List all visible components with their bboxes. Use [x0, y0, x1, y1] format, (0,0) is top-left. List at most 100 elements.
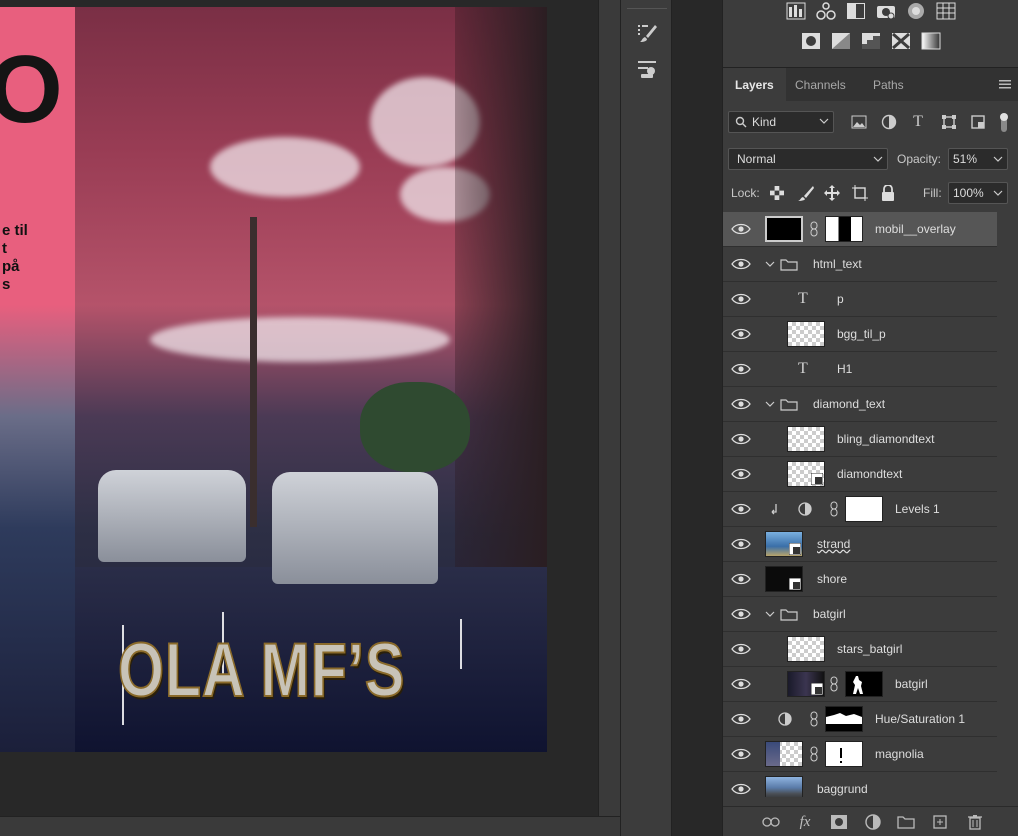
link-layers-icon[interactable] [761, 813, 781, 831]
visibility-eye-icon[interactable] [731, 397, 751, 411]
layer-row[interactable]: bgg_til_p [723, 317, 997, 352]
layer-thumbnail[interactable] [787, 461, 825, 487]
lock-transparent-icon[interactable] [768, 184, 786, 202]
layer-row[interactable]: baggrund [723, 772, 997, 797]
layer-row[interactable]: mobil__overlay [723, 212, 997, 247]
type-filter-icon[interactable]: T [909, 113, 927, 131]
visibility-eye-icon[interactable] [731, 432, 751, 446]
layer-thumbnail[interactable] [787, 321, 825, 347]
layer-name[interactable]: shore [817, 562, 847, 597]
layer-thumbnail[interactable] [765, 741, 803, 767]
posterize-icon[interactable] [830, 30, 852, 52]
canvas-vertical-scrollbar[interactable] [598, 0, 620, 816]
threshold-icon[interactable] [860, 30, 882, 52]
channel-mixer-icon[interactable] [905, 0, 927, 22]
layer-name[interactable]: strand [817, 527, 850, 562]
layer-thumbnail[interactable] [765, 776, 803, 797]
invert-icon[interactable] [800, 30, 822, 52]
delete-layer-icon[interactable] [965, 813, 985, 831]
layer-name[interactable]: mobil__overlay [875, 212, 956, 247]
shape-filter-icon[interactable] [940, 113, 958, 131]
blend-mode-select[interactable]: Normal [728, 148, 888, 170]
layer-name[interactable]: p [837, 282, 844, 317]
document-canvas[interactable]: O e til t på s OLA MF’S [0, 7, 547, 752]
smart-object-filter-icon[interactable] [969, 113, 987, 131]
lock-artboard-icon[interactable] [851, 184, 869, 202]
clone-source-icon[interactable] [634, 56, 660, 82]
balance-icon[interactable] [815, 0, 837, 22]
layer-name[interactable]: magnolia [875, 737, 924, 772]
chevron-down-icon[interactable] [765, 260, 775, 268]
link-icon[interactable] [829, 501, 839, 517]
layer-group-row[interactable]: html_text [723, 247, 997, 282]
layer-name[interactable]: diamond_text [813, 387, 885, 422]
visibility-eye-icon[interactable] [731, 677, 751, 691]
layer-mask-thumbnail[interactable] [825, 216, 863, 242]
tab-layers[interactable]: Layers [723, 68, 786, 102]
layer-name[interactable]: Hue/Saturation 1 [875, 702, 965, 737]
visibility-eye-icon[interactable] [731, 642, 751, 656]
layer-name[interactable]: bgg_til_p [837, 317, 886, 352]
layer-row[interactable]: T p [723, 282, 997, 317]
visibility-eye-icon[interactable] [731, 572, 751, 586]
fill-field[interactable]: 100% [948, 182, 1008, 204]
link-icon[interactable] [809, 711, 819, 727]
layer-name[interactable]: stars_batgirl [837, 632, 902, 667]
opacity-field[interactable]: 51% [948, 148, 1008, 170]
brush-settings-icon[interactable] [634, 20, 660, 46]
filter-kind-select[interactable]: Kind [728, 111, 834, 133]
layer-row[interactable]: strand [723, 527, 997, 562]
layer-row[interactable]: T H1 [723, 352, 997, 387]
layer-row[interactable]: stars_batgirl [723, 632, 997, 667]
adjustment-filter-icon[interactable] [880, 113, 898, 131]
tab-paths[interactable]: Paths [861, 68, 916, 102]
visibility-eye-icon[interactable] [731, 607, 751, 621]
canvas-horizontal-scrollbar[interactable] [0, 816, 620, 836]
layer-name[interactable]: html_text [813, 247, 862, 282]
visibility-eye-icon[interactable] [731, 747, 751, 761]
chevron-down-icon[interactable] [765, 610, 775, 618]
lock-position-icon[interactable] [823, 184, 841, 202]
visibility-eye-icon[interactable] [731, 537, 751, 551]
layer-name[interactable]: H1 [837, 352, 852, 387]
gradient-map-icon[interactable] [920, 30, 942, 52]
layer-row[interactable]: magnolia [723, 737, 997, 772]
layer-row[interactable]: Levels 1 [723, 492, 997, 527]
layer-thumbnail[interactable] [787, 636, 825, 662]
layer-row[interactable]: Hue/Saturation 1 [723, 702, 997, 737]
layer-name[interactable]: baggrund [817, 772, 868, 797]
layer-group-row[interactable]: diamond_text [723, 387, 997, 422]
layer-name[interactable]: batgirl [895, 667, 928, 702]
visibility-eye-icon[interactable] [731, 502, 751, 516]
tab-channels[interactable]: Channels [783, 68, 858, 102]
selective-color-icon[interactable] [890, 30, 912, 52]
layer-mask-thumbnail[interactable] [825, 706, 863, 732]
layer-thumbnail[interactable] [787, 426, 825, 452]
layer-thumbnail[interactable] [787, 671, 825, 697]
black-white-icon[interactable] [845, 0, 867, 22]
layers-scrollbar[interactable] [997, 212, 1018, 797]
chevron-down-icon[interactable] [765, 400, 775, 408]
layer-row[interactable]: bling_diamondtext [723, 422, 997, 457]
visibility-eye-icon[interactable] [731, 327, 751, 341]
layer-row[interactable]: shore [723, 562, 997, 597]
visibility-eye-icon[interactable] [731, 257, 751, 271]
link-icon[interactable] [829, 676, 839, 692]
visibility-eye-icon[interactable] [731, 712, 751, 726]
layer-mask-thumbnail[interactable] [825, 741, 863, 767]
layer-group-row[interactable]: batgirl [723, 597, 997, 632]
image-filter-icon[interactable] [850, 113, 868, 131]
layer-name[interactable]: bling_diamondtext [837, 422, 934, 457]
layer-name[interactable]: diamondtext [837, 457, 902, 492]
filter-toggle-switch[interactable] [999, 112, 1009, 134]
visibility-eye-icon[interactable] [731, 292, 751, 306]
layer-thumbnail[interactable] [765, 216, 803, 242]
layer-mask-thumbnail[interactable] [845, 496, 883, 522]
layer-name[interactable]: batgirl [813, 597, 846, 632]
new-layer-icon[interactable] [930, 813, 950, 831]
link-icon[interactable] [809, 221, 819, 237]
fx-icon[interactable]: fx [795, 813, 815, 831]
layer-thumbnail[interactable] [765, 566, 803, 592]
link-icon[interactable] [809, 746, 819, 762]
layer-thumbnail[interactable] [765, 531, 803, 557]
